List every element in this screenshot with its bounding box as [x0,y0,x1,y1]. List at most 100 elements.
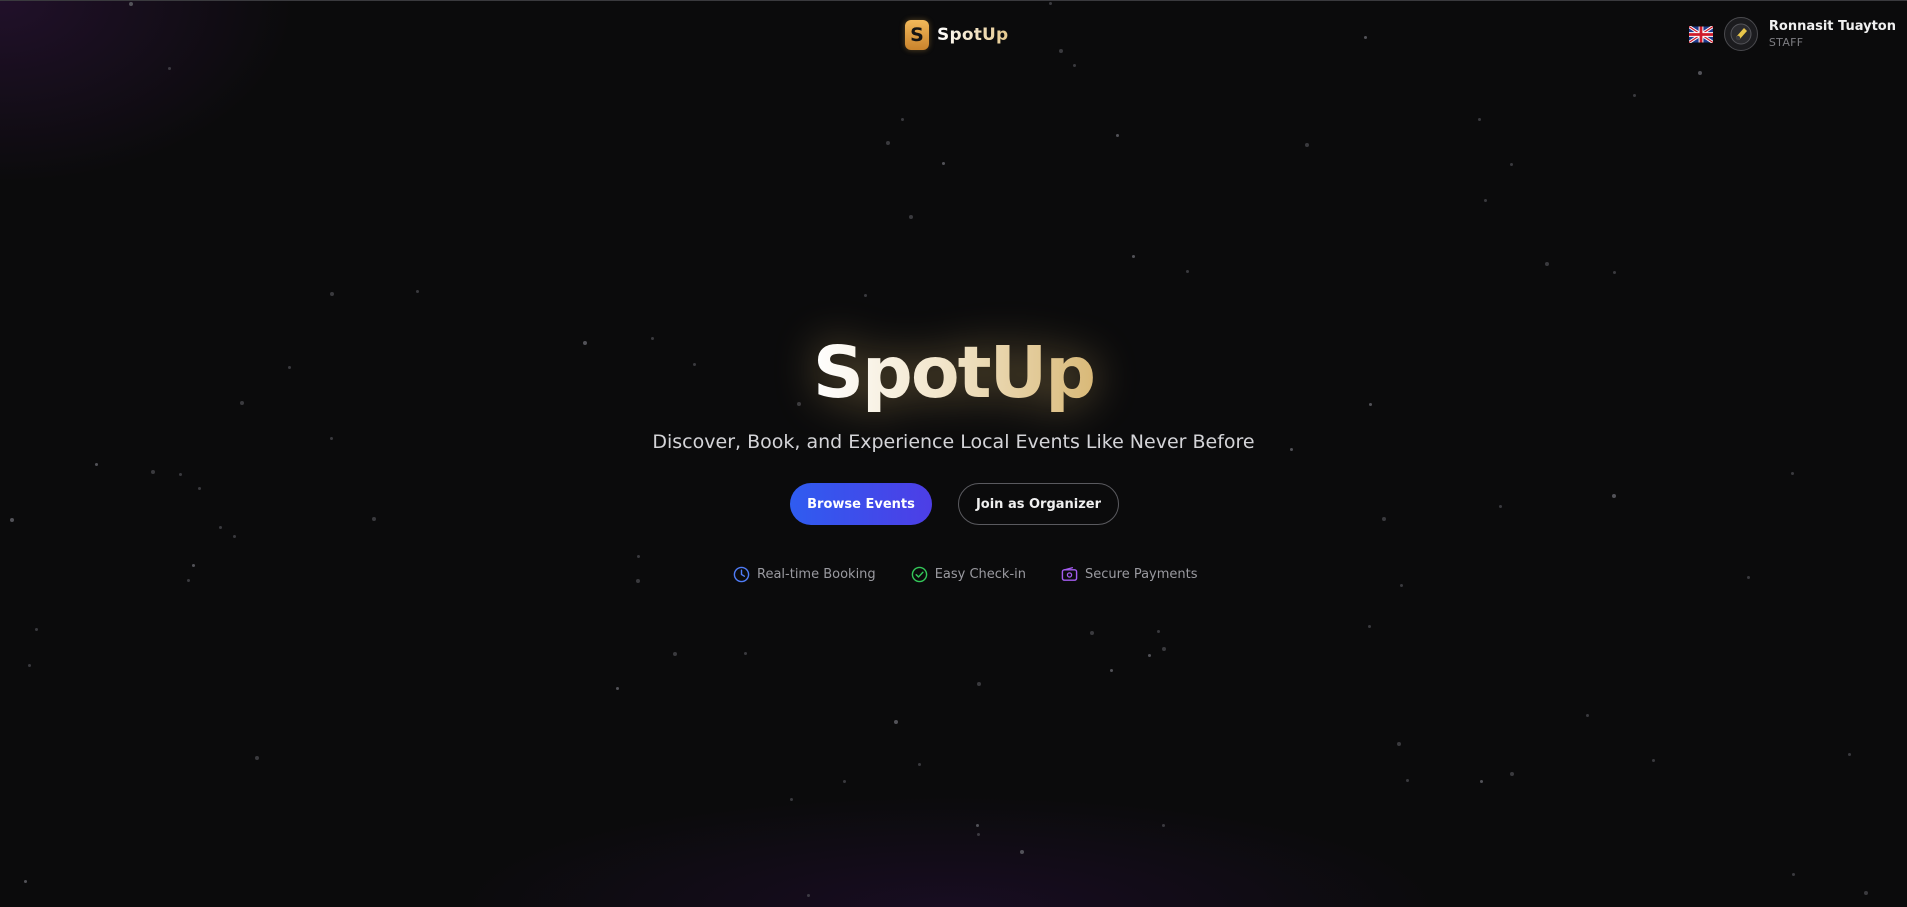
star [187,579,190,582]
star [1162,647,1166,651]
brand-name: SpotUp [937,25,1009,45]
star [1148,654,1151,657]
star [1397,742,1401,746]
star [1848,753,1851,756]
star [1020,850,1024,854]
cta-buttons: Browse Events Join as Organizer [790,483,1119,525]
join-as-organizer-button[interactable]: Join as Organizer [958,483,1119,525]
star [977,682,981,686]
star [1510,163,1513,166]
star [416,290,419,293]
star [95,463,98,466]
star [1478,118,1481,121]
star [1480,780,1483,783]
star [151,470,155,474]
star [1747,576,1750,579]
landing-page: S SpotUp Ronnasit Tuayton STAFF SpotUp D… [0,0,1907,907]
header-user-area: Ronnasit Tuayton STAFF [1688,17,1896,51]
feature-label: Easy Check-in [934,567,1026,582]
feature-secure-payments: Secure Payments [1061,566,1198,583]
star [1162,824,1165,827]
feature-easy-checkin: Easy Check-in [911,566,1026,583]
star [1186,270,1189,273]
star [901,118,904,121]
clock-icon [733,566,750,583]
user-info[interactable]: Ronnasit Tuayton STAFF [1769,20,1896,48]
user-name: Ronnasit Tuayton [1768,18,1896,34]
star [1090,631,1094,635]
star [1406,779,1409,782]
check-circle-icon [911,566,927,583]
starfield-background [0,1,1907,907]
star [1652,759,1655,762]
star [233,535,236,538]
star [1368,625,1371,628]
star [1382,517,1386,521]
star [1612,494,1616,498]
header-brand[interactable]: S SpotUp [905,20,1008,50]
star [198,487,201,490]
star [1792,873,1795,876]
star [673,652,677,656]
star [942,162,945,165]
star [1364,36,1367,39]
star [168,67,171,70]
avatar[interactable] [1723,17,1758,51]
star [1484,199,1487,202]
star [616,687,619,690]
feature-label: Secure Payments [1085,567,1198,582]
star [1400,584,1403,587]
star [1586,714,1589,717]
feature-list: Real-time Booking Easy Check-in Secure P… [733,566,1198,583]
star [744,652,747,655]
star [790,798,793,801]
star [1157,630,1160,633]
star [1132,255,1135,258]
star [1059,49,1063,53]
star [1110,669,1113,672]
star [1499,505,1502,508]
star [886,141,890,145]
star [843,780,846,783]
logo-icon: S [905,20,929,50]
star [864,294,867,297]
star [976,824,979,827]
star [10,518,14,522]
star [1510,772,1514,776]
star [24,880,27,883]
star [1545,262,1549,266]
star [1633,94,1636,97]
star [637,555,640,558]
star [372,517,376,521]
star [129,2,133,6]
uk-flag-icon[interactable] [1688,25,1713,43]
avatar-icon [1730,23,1752,45]
star [1791,472,1794,475]
star [1305,143,1309,147]
star [219,526,222,529]
wallet-icon [1061,567,1078,581]
hero-subtitle: Discover, Book, and Experience Local Eve… [652,431,1255,453]
star [1698,71,1702,75]
star [255,756,259,760]
star [1116,134,1119,137]
star [1049,2,1052,5]
star [909,215,913,219]
star [636,579,640,583]
star [35,628,38,631]
star [1613,271,1616,274]
star [330,292,334,296]
star [1864,891,1868,895]
star [977,833,980,836]
feature-realtime-booking: Real-time Booking [733,566,876,583]
browse-events-button[interactable]: Browse Events [790,483,932,525]
user-role: STAFF [1768,35,1804,49]
hero-title: SpotUp [812,331,1096,414]
star [918,763,921,766]
star [179,473,182,476]
star [192,564,195,567]
star [1073,64,1076,67]
feature-label: Real-time Booking [757,567,876,582]
star [894,720,898,724]
star [28,664,31,667]
